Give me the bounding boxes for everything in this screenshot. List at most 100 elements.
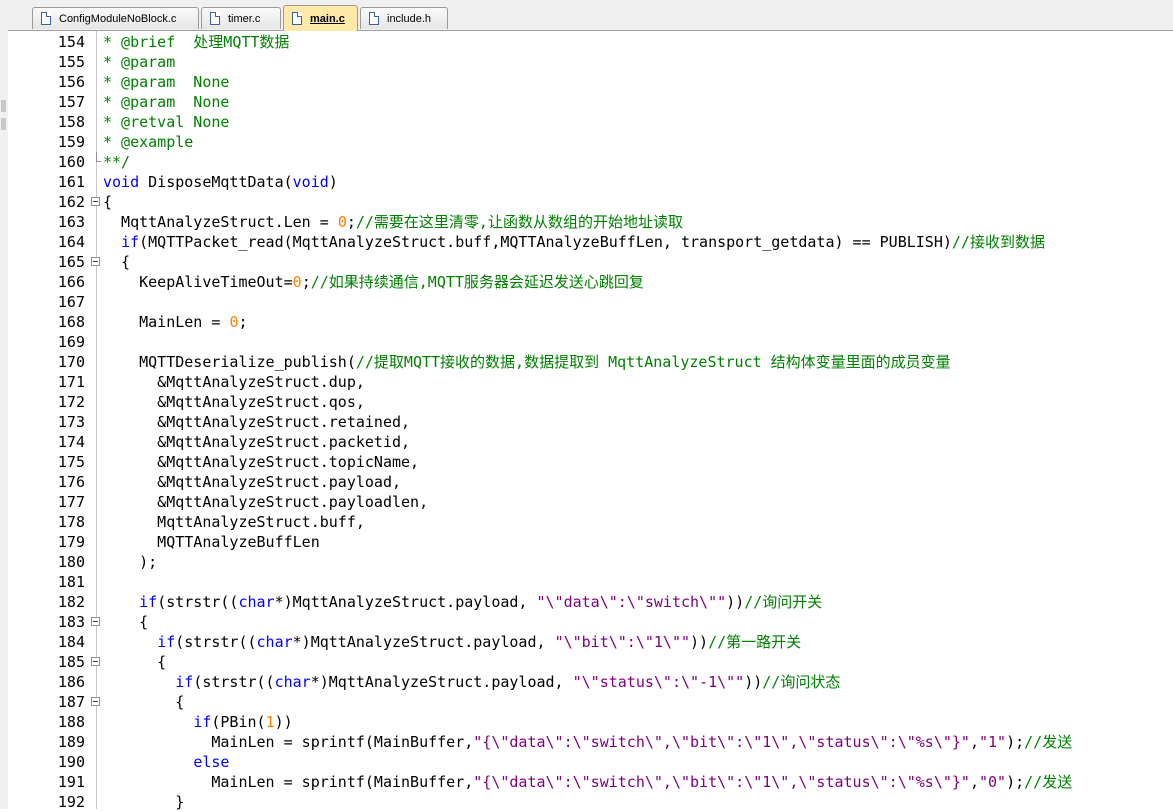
- code-editor[interactable]: 154 * @brief 处理MQTT数据 155 * @param 156 * @par…: [0, 31, 1173, 812]
- code-line[interactable]: 192 }: [0, 792, 1173, 812]
- c-file-icon: [292, 12, 302, 25]
- code-line[interactable]: 185 {: [0, 652, 1173, 672]
- code-line[interactable]: 175 &MqttAnalyzeStruct.topicName,: [0, 452, 1173, 472]
- string-token: "1": [979, 733, 1007, 751]
- code-line[interactable]: 179 MQTTAnalyzeBuffLen: [0, 532, 1173, 552]
- code-line[interactable]: 190 else: [0, 752, 1173, 772]
- code-line[interactable]: 165 {: [0, 252, 1173, 272]
- fold-collapse-icon[interactable]: [91, 257, 100, 266]
- code-line[interactable]: 181: [0, 572, 1173, 592]
- line-number: 168: [57, 313, 85, 331]
- fold-collapse-icon[interactable]: [91, 697, 100, 706]
- code-line[interactable]: 182 if(strstr((char*)MqttAnalyzeStruct.p…: [0, 592, 1173, 612]
- code-line[interactable]: 180 );: [0, 552, 1173, 572]
- code-line[interactable]: 154 * @brief 处理MQTT数据: [0, 32, 1173, 52]
- code-token: {: [103, 693, 185, 711]
- code-token: {: [103, 193, 113, 211]
- code-line[interactable]: 172 &MqttAnalyzeStruct.qos,: [0, 392, 1173, 412]
- code-text: KeepAliveTimeOut=0;//如果持续通信,MQTT服务器会延迟发送…: [103, 272, 644, 292]
- line-number: 172: [57, 393, 85, 411]
- comment-token: //发送: [1024, 733, 1073, 751]
- code-line[interactable]: 164 if(MQTTPacket_read(MqttAnalyzeStruct…: [0, 232, 1173, 252]
- line-number: 155: [57, 53, 85, 71]
- code-token: ;: [301, 273, 311, 291]
- fold-end-marker: [96, 152, 101, 162]
- code-token: &MqttAnalyzeStruct.payloadlen,: [103, 493, 429, 511]
- comment-token: * @param None: [103, 73, 230, 91]
- code-token: MainLen = sprintf(MainBuffer,: [103, 733, 474, 751]
- code-text: * @example: [103, 132, 193, 152]
- tab-include-h[interactable]: include.h: [360, 7, 448, 29]
- code-line[interactable]: 170 MQTTDeserialize_publish(//提取MQTT接收的数…: [0, 352, 1173, 372]
- editor-tab-bar: ConfigModuleNoBlock.c timer.c main.c inc…: [8, 0, 1173, 31]
- code-line[interactable]: 168 MainLen = 0;: [0, 312, 1173, 332]
- tab-timer-c[interactable]: timer.c: [201, 7, 281, 29]
- line-number: 158: [57, 113, 85, 131]
- code-token: &MqttAnalyzeStruct.retained,: [103, 413, 411, 431]
- code-line[interactable]: 189 MainLen = sprintf(MainBuffer,"{\"dat…: [0, 732, 1173, 752]
- line-number: 154: [57, 33, 85, 51]
- code-token: )): [274, 713, 293, 731]
- code-text: else: [103, 752, 229, 772]
- code-line[interactable]: 159 * @example: [0, 132, 1173, 152]
- keyword-token: if: [121, 233, 140, 251]
- line-number: 163: [57, 213, 85, 231]
- comment-token: //提取MQTT接收的数据,数据提取到 MqttAnalyzeStruct 结构…: [355, 353, 951, 371]
- code-line[interactable]: 160 **/: [0, 152, 1173, 172]
- code-line[interactable]: 173 &MqttAnalyzeStruct.retained,: [0, 412, 1173, 432]
- code-line[interactable]: 174 &MqttAnalyzeStruct.packetid,: [0, 432, 1173, 452]
- code-text: * @param None: [103, 72, 229, 92]
- code-line[interactable]: 163 MqttAnalyzeStruct.Len = 0;//需要在这里清零,…: [0, 212, 1173, 232]
- code-token: MqttAnalyzeStruct.buff,: [103, 513, 365, 531]
- code-text: {: [103, 652, 166, 672]
- code-line[interactable]: 155 * @param: [0, 52, 1173, 72]
- code-line[interactable]: 183 {: [0, 612, 1173, 632]
- code-line[interactable]: 158 * @retval None: [0, 112, 1173, 132]
- code-line[interactable]: 156 * @param None: [0, 72, 1173, 92]
- tab-label: timer.c: [228, 12, 261, 25]
- code-line[interactable]: 177 &MqttAnalyzeStruct.payloadlen,: [0, 492, 1173, 512]
- code-line[interactable]: 184 if(strstr((char*)MqttAnalyzeStruct.p…: [0, 632, 1173, 652]
- tab-configmodulenoblock-c[interactable]: ConfigModuleNoBlock.c: [32, 7, 199, 29]
- code-line[interactable]: 167: [0, 292, 1173, 312]
- code-line[interactable]: 178 MqttAnalyzeStruct.buff,: [0, 512, 1173, 532]
- code-line[interactable]: 191 MainLen = sprintf(MainBuffer,"{\"dat…: [0, 772, 1173, 792]
- line-number: 190: [57, 753, 85, 771]
- code-line[interactable]: 169: [0, 332, 1173, 352]
- line-number: 186: [57, 673, 85, 691]
- tab-label: ConfigModuleNoBlock.c: [59, 12, 177, 25]
- line-number: 178: [57, 513, 85, 531]
- code-text: &MqttAnalyzeStruct.dup,: [103, 372, 365, 392]
- fold-collapse-icon[interactable]: [91, 617, 100, 626]
- line-number: 182: [57, 593, 85, 611]
- code-line[interactable]: 157 * @param None: [0, 92, 1173, 112]
- code-token: (PBin(: [211, 713, 266, 731]
- c-file-icon: [41, 12, 51, 25]
- line-number: 171: [57, 373, 85, 391]
- code-line[interactable]: 162 {: [0, 192, 1173, 212]
- code-line[interactable]: 186 if(strstr((char*)MqttAnalyzeStruct.p…: [0, 672, 1173, 692]
- code-text: &MqttAnalyzeStruct.packetid,: [103, 432, 410, 452]
- line-number: 188: [57, 713, 85, 731]
- tab-main-c[interactable]: main.c: [283, 5, 358, 31]
- fold-collapse-icon[interactable]: [91, 197, 100, 206]
- line-number: 166: [57, 273, 85, 291]
- code-line[interactable]: 188 if(PBin(1)): [0, 712, 1173, 732]
- code-line[interactable]: 176 &MqttAnalyzeStruct.payload,: [0, 472, 1173, 492]
- code-line[interactable]: 166 KeepAliveTimeOut=0;//如果持续通信,MQTT服务器会…: [0, 272, 1173, 292]
- code-text: * @brief 处理MQTT数据: [103, 32, 289, 52]
- code-text: * @retval None: [103, 112, 229, 132]
- fold-collapse-icon[interactable]: [91, 657, 100, 666]
- comment-token: //需要在这里清零,让函数从数组的开始地址读取: [355, 213, 683, 231]
- code-text: if(PBin(1)): [103, 712, 293, 732]
- line-number: 169: [57, 333, 85, 351]
- code-token: ,: [969, 773, 979, 791]
- code-text: if(strstr((char*)MqttAnalyzeStruct.paylo…: [103, 672, 840, 692]
- code-line[interactable]: 171 &MqttAnalyzeStruct.dup,: [0, 372, 1173, 392]
- string-token: "\"data\":\"switch\"": [536, 593, 727, 611]
- code-line[interactable]: 187 {: [0, 692, 1173, 712]
- code-line[interactable]: 161 void DisposeMqttData(void): [0, 172, 1173, 192]
- tab-label: include.h: [387, 12, 432, 25]
